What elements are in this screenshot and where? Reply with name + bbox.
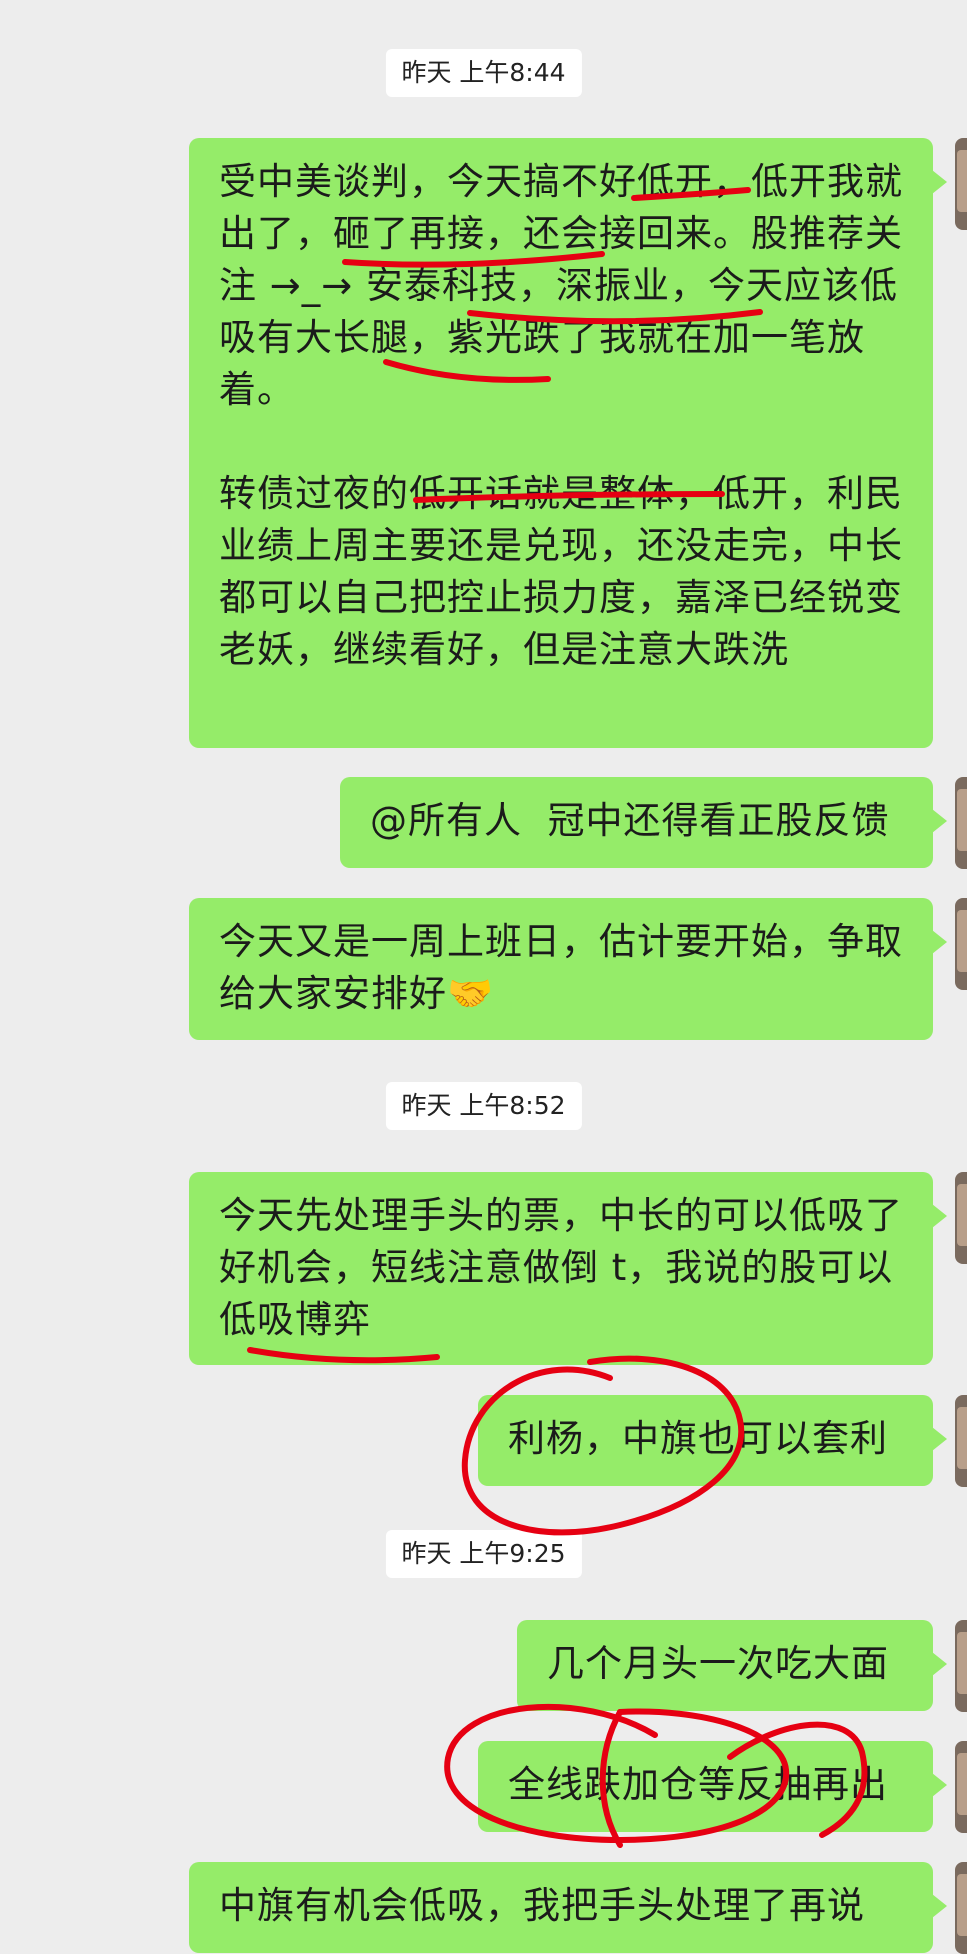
avatar[interactable] xyxy=(955,138,967,230)
timestamp: 昨天 上午9:25 xyxy=(385,1530,582,1578)
chat-bubble[interactable]: 受中美谈判，今天搞不好低开，低开我就出了，砸了再接，还会接回来。股推荐关注 →_… xyxy=(189,138,947,748)
chat-message-list[interactable]: 昨天 上午8:44 受中美谈判，今天搞不好低开，低开我就出了，砸了再接，还会接回… xyxy=(0,0,967,1954)
avatar[interactable] xyxy=(955,777,967,869)
avatar[interactable] xyxy=(955,1172,967,1264)
timestamp: 昨天 上午8:44 xyxy=(385,49,582,97)
timestamp: 昨天 上午8:52 xyxy=(385,1082,582,1130)
avatar[interactable] xyxy=(955,1620,967,1712)
chat-bubble[interactable]: 利杨，中旗也可以套利 xyxy=(478,1395,947,1486)
chat-bubble[interactable]: 中旗有机会低吸，我把手头处理了再说 xyxy=(189,1862,947,1953)
chat-bubble[interactable]: 今天先处理手头的票，中长的可以低吸了好机会，短线注意做倒 t，我说的股可以低吸博… xyxy=(189,1172,947,1365)
avatar[interactable] xyxy=(955,898,967,990)
chat-bubble[interactable]: 全线跌加仓等反抽再出 xyxy=(478,1741,947,1832)
chat-bubble[interactable]: 今天又是一周上班日，估计要开始，争取给大家安排好🤝 xyxy=(189,898,947,1040)
avatar[interactable] xyxy=(955,1862,967,1954)
avatar[interactable] xyxy=(955,1395,967,1487)
chat-bubble[interactable]: 几个月头一次吃大面 xyxy=(517,1620,947,1711)
avatar[interactable] xyxy=(955,1741,967,1833)
chat-bubble[interactable]: @所有人 冠中还得看正股反馈 xyxy=(340,777,947,868)
